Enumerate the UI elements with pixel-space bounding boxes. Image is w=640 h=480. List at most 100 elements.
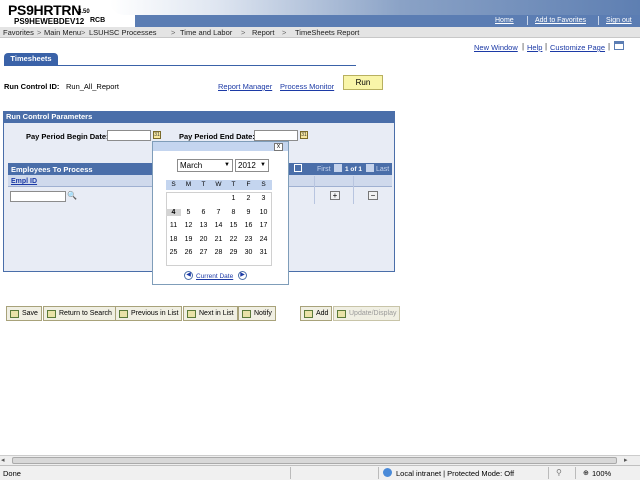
window-icon[interactable]: [614, 41, 624, 50]
sign-out-link[interactable]: Sign out: [606, 17, 632, 24]
next-in-list-button[interactable]: Next in List: [183, 306, 238, 321]
calendar-day[interactable]: 8: [226, 209, 241, 216]
scroll-left-icon[interactable]: ◂: [1, 456, 5, 464]
home-link[interactable]: Home: [495, 17, 514, 24]
zoom-level[interactable]: 100%: [592, 469, 611, 478]
nav-favorites[interactable]: Favorites: [3, 28, 34, 37]
year-select[interactable]: 2012 ▼: [235, 159, 269, 172]
current-date-link[interactable]: Current Date: [196, 273, 233, 280]
calendar-day[interactable]: 31: [256, 249, 271, 256]
next-month-icon[interactable]: ▶: [238, 271, 247, 280]
tab-timesheets[interactable]: Timesheets: [4, 53, 58, 65]
calendar-day[interactable]: 24: [256, 236, 271, 243]
calendar-day[interactable]: 25: [166, 249, 181, 256]
month-select[interactable]: March ▼: [177, 159, 233, 172]
calendar-day[interactable]: 1: [226, 195, 241, 202]
grid-previous-icon[interactable]: [334, 164, 342, 172]
calendar-day[interactable]: 26: [181, 249, 196, 256]
notify-button[interactable]: Notify: [238, 306, 276, 321]
calendar-day[interactable]: 9: [241, 209, 256, 216]
calendar-day[interactable]: 16: [241, 222, 256, 229]
save-button[interactable]: Save: [6, 306, 42, 321]
scrollbar-thumb[interactable]: [12, 457, 617, 464]
calendar-day[interactable]: 3: [256, 195, 271, 202]
previous-label: Previous in List: [131, 310, 179, 317]
calendar-day[interactable]: 18: [166, 236, 181, 243]
next-icon: [187, 310, 196, 318]
search-icon[interactable]: 🔍: [67, 191, 77, 200]
calendar-day[interactable]: 7: [211, 209, 226, 216]
calendar-day[interactable]: 12: [181, 222, 196, 229]
add-button[interactable]: Add: [300, 306, 333, 321]
begin-date-input[interactable]: [107, 130, 151, 141]
begin-date-calendar-icon[interactable]: 31: [153, 131, 161, 139]
add-row-button[interactable]: +: [330, 191, 340, 200]
end-date-calendar-icon[interactable]: 31: [300, 131, 308, 139]
nav-report[interactable]: Report: [252, 28, 275, 37]
nav-separator: >: [241, 28, 246, 37]
calendar-day[interactable]: 27: [196, 249, 211, 256]
calendar-day[interactable]: 30: [241, 249, 256, 256]
weekday-label: T: [201, 181, 206, 188]
calendar-titlebar: [153, 142, 288, 151]
calendar-day[interactable]: 14: [211, 222, 226, 229]
calendar-day[interactable]: 21: [211, 236, 226, 243]
calendar-day[interactable]: 22: [226, 236, 241, 243]
calendar-day[interactable]: 20: [196, 236, 211, 243]
previous-month-icon[interactable]: ◀: [184, 271, 193, 280]
calendar-day[interactable]: 19: [181, 236, 196, 243]
calendar-day[interactable]: 15: [226, 222, 241, 229]
calendar-day[interactable]: 2: [241, 195, 256, 202]
previous-in-list-button[interactable]: Previous in List: [115, 306, 183, 321]
nav-time-and-labor[interactable]: Time and Labor: [180, 28, 232, 37]
end-date-input[interactable]: [254, 130, 298, 141]
grid-next-icon[interactable]: [366, 164, 374, 172]
calendar-day[interactable]: 11: [166, 222, 181, 229]
calendar-day[interactable]: 5: [181, 209, 196, 216]
calendar-day[interactable]: 17: [256, 222, 271, 229]
scroll-right-icon[interactable]: ▸: [624, 456, 628, 464]
grid-view-icon[interactable]: [294, 164, 302, 172]
link-separator: |: [522, 42, 525, 51]
next-label: Next in List: [199, 310, 234, 317]
nav-main-menu[interactable]: Main Menu: [44, 28, 81, 37]
column-divider: [314, 176, 315, 204]
zoom-icon[interactable]: ⊕: [583, 469, 589, 477]
calendar-day[interactable]: 28: [211, 249, 226, 256]
status-separator: [575, 467, 576, 479]
calendar-day[interactable]: 29: [226, 249, 241, 256]
customize-page-link[interactable]: Customize Page: [550, 43, 605, 52]
save-icon: [10, 310, 19, 318]
status-separator: [290, 467, 291, 479]
empl-id-input[interactable]: [10, 191, 66, 202]
close-icon[interactable]: x: [274, 143, 283, 151]
help-link[interactable]: Help: [527, 43, 542, 52]
new-window-link[interactable]: New Window: [474, 43, 518, 52]
calendar-day[interactable]: 4: [166, 209, 181, 216]
update-display-button[interactable]: Update/Display: [333, 306, 401, 321]
chevron-down-icon: ▼: [260, 162, 266, 168]
link-separator: |: [608, 42, 611, 51]
lock-icon: ⚲: [556, 468, 562, 477]
delete-row-button[interactable]: −: [368, 191, 378, 200]
database-user: RCB: [90, 17, 106, 24]
return-to-search-button[interactable]: Return to Search: [43, 306, 116, 321]
calendar-day[interactable]: 23: [241, 236, 256, 243]
grid-last-link[interactable]: Last: [376, 166, 389, 173]
weekday-label: S: [261, 181, 266, 188]
security-zone: Local intranet | Protected Mode: Off: [396, 469, 515, 478]
add-to-favorites-link[interactable]: Add to Favorites: [535, 17, 586, 24]
run-control-value: Run_All_Report: [66, 82, 119, 91]
report-manager-link[interactable]: Report Manager: [218, 82, 272, 91]
nav-lsuhsc-processes[interactable]: LSUHSC Processes: [89, 28, 157, 37]
grid-first-link[interactable]: First: [317, 166, 331, 173]
globe-icon: [383, 468, 392, 477]
run-button[interactable]: Run: [343, 75, 383, 90]
weekday-label: F: [246, 181, 251, 188]
process-monitor-link[interactable]: Process Monitor: [280, 82, 334, 91]
empl-id-column-header[interactable]: Empl ID: [11, 178, 37, 185]
calendar-day[interactable]: 10: [256, 209, 271, 216]
calendar-day[interactable]: 13: [196, 222, 211, 229]
nav-timesheets-report[interactable]: TimeSheets Report: [295, 28, 359, 37]
calendar-day[interactable]: 6: [196, 209, 211, 216]
